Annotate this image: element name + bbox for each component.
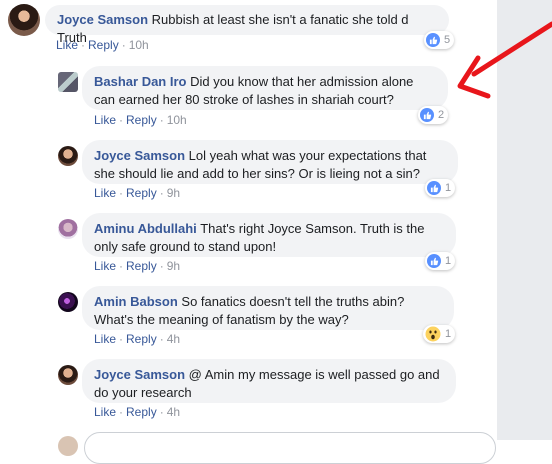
comment-author[interactable]: Joyce Samson (94, 148, 185, 163)
timestamp[interactable]: 4h (167, 405, 180, 419)
comment-author[interactable]: Bashar Dan Iro (94, 74, 186, 89)
like-link[interactable]: Like (56, 38, 78, 52)
avatar[interactable] (58, 72, 78, 92)
comment-actions: Like · Reply · 4h (94, 332, 181, 346)
comment-author[interactable]: Aminu Abdullahi (94, 221, 197, 236)
reaction-badge[interactable]: 5 (424, 31, 455, 49)
timestamp[interactable]: 10h (129, 38, 149, 52)
comment-actions: Like · Reply · 10h (56, 38, 149, 52)
reaction-count: 1 (445, 255, 452, 267)
comment-bubble: Joyce Samson Lol yeah what was your expe… (82, 140, 458, 184)
comment-actions: Like · Reply · 9h (94, 259, 181, 273)
like-icon (420, 108, 434, 122)
like-link[interactable]: Like (94, 113, 116, 127)
comment-bubble: Aminu Abdullahi That's right Joyce Samso… (82, 213, 456, 257)
like-link[interactable]: Like (94, 259, 116, 273)
comment-bubble: Joyce Samson @ Amin my message is well p… (82, 359, 456, 403)
comment-actions: Like · Reply · 9h (94, 186, 181, 200)
timestamp[interactable]: 9h (167, 259, 180, 273)
comment-author[interactable]: Amin Babson (94, 294, 178, 309)
comment-bubble: Amin Babson So fanatics doesn't tell the… (82, 286, 454, 330)
avatar[interactable] (58, 292, 78, 312)
timestamp[interactable]: 10h (167, 113, 187, 127)
reply-link[interactable]: Reply (88, 38, 119, 52)
like-icon (427, 254, 441, 268)
like-link[interactable]: Like (94, 405, 116, 419)
avatar[interactable] (58, 146, 78, 166)
like-icon (427, 181, 441, 195)
comment-actions: Like · Reply · 4h (94, 405, 181, 419)
right-sidebar-gutter (497, 0, 552, 440)
comment-author[interactable]: Joyce Samson (57, 12, 148, 27)
reply-link[interactable]: Reply (126, 405, 157, 419)
reaction-badge[interactable]: 1 (425, 179, 456, 197)
reaction-count: 1 (445, 182, 452, 194)
reaction-count: 2 (438, 109, 445, 121)
timestamp[interactable]: 9h (167, 186, 180, 200)
avatar[interactable] (58, 219, 78, 239)
comment-bubble: Joyce Samson Rubbish at least she isn't … (45, 5, 449, 45)
like-icon (426, 33, 440, 47)
reply-link[interactable]: Reply (126, 332, 157, 346)
reaction-count: 1 (445, 328, 452, 340)
reply-link[interactable]: Reply (126, 186, 157, 200)
reaction-badge[interactable]: 1 (425, 252, 456, 270)
like-link[interactable]: Like (94, 186, 116, 200)
reaction-count: 5 (444, 34, 451, 46)
reaction-badge[interactable]: 1 (423, 325, 456, 343)
reply-input[interactable] (84, 432, 496, 464)
reaction-badge[interactable]: 2 (418, 106, 449, 124)
comment-author[interactable]: Joyce Samson (94, 367, 185, 382)
reply-link[interactable]: Reply (126, 259, 157, 273)
avatar[interactable] (8, 4, 40, 36)
avatar (58, 436, 78, 456)
comment-bubble: Bashar Dan Iro Did you know that her adm… (82, 66, 448, 110)
wow-icon (425, 326, 441, 342)
reply-link[interactable]: Reply (126, 113, 157, 127)
avatar[interactable] (58, 365, 78, 385)
like-link[interactable]: Like (94, 332, 116, 346)
timestamp[interactable]: 4h (167, 332, 180, 346)
comment-actions: Like · Reply · 10h (94, 113, 187, 127)
